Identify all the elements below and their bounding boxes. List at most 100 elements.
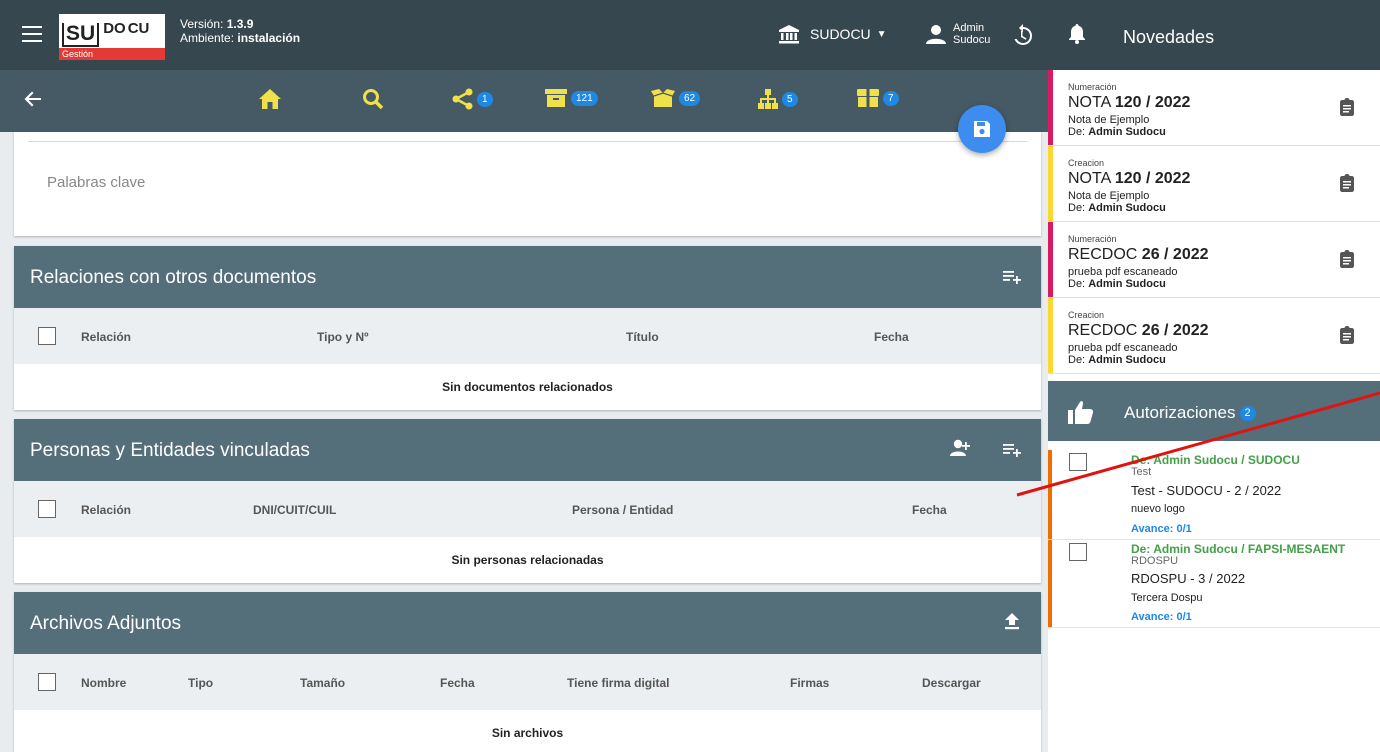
save-button[interactable] xyxy=(958,105,1006,153)
column-header[interactable]: Nombre xyxy=(81,676,126,690)
relations-header: Relaciones con otros documentos xyxy=(14,246,1041,308)
people-card: Personas y Entidades vinculadas Relación… xyxy=(14,419,1041,583)
clipboard-icon[interactable] xyxy=(1340,98,1354,121)
hierarchy-button[interactable]: 5 xyxy=(757,88,798,110)
people-header: Personas y Entidades vinculadas xyxy=(14,419,1041,481)
news-type: Numeración xyxy=(1068,234,1117,244)
news-item[interactable]: Creacion NOTA 120 / 2022 Nota de Ejemplo… xyxy=(1048,146,1380,222)
clipboard-icon[interactable] xyxy=(1340,174,1354,197)
thumbs-up-icon xyxy=(1068,401,1094,424)
authorization-color-bar xyxy=(1048,450,1052,539)
select-all-checkbox[interactable] xyxy=(38,327,56,345)
org-selector[interactable]: SUDOCU ▼ xyxy=(778,24,887,44)
package-button[interactable]: 7 xyxy=(856,88,899,108)
news-color-bar xyxy=(1048,146,1053,221)
authorization-type: RDOSPU xyxy=(1131,555,1179,567)
user-first-name: Admin xyxy=(953,22,985,34)
add-person-icon[interactable] xyxy=(949,439,971,462)
keywords-card: Palabras clave xyxy=(14,132,1041,236)
select-all-checkbox[interactable] xyxy=(38,500,56,518)
authorization-item[interactable]: De: Admin Sudocu / SUDOCU Test Test - SU… xyxy=(1048,450,1380,540)
news-header: Novedades xyxy=(1048,0,1380,70)
user-menu[interactable]: Admin Sudocu xyxy=(925,22,990,46)
news-desc: Nota de Ejemplo xyxy=(1068,114,1150,126)
news-color-bar xyxy=(1048,70,1053,145)
institution-icon xyxy=(779,25,799,44)
clipboard-icon[interactable] xyxy=(1340,326,1354,349)
authorization-from: De: Admin Sudocu / SUDOCU xyxy=(1131,453,1300,467)
right-panel: Novedades Numeración NOTA 120 / 2022 Not… xyxy=(1048,0,1380,752)
playlist-add-icon[interactable] xyxy=(1003,268,1021,289)
version-value: 1.3.9 xyxy=(226,17,254,31)
column-header[interactable]: Persona / Entidad xyxy=(572,503,673,517)
logo-su: SU xyxy=(62,23,100,47)
box-button[interactable]: 62 xyxy=(650,88,701,108)
news-from: De: Admin Sudocu xyxy=(1068,126,1166,138)
attachments-title: Archivos Adjuntos xyxy=(30,613,182,634)
clipboard-icon[interactable] xyxy=(1340,250,1354,273)
user-last-name: Sudocu xyxy=(953,34,991,46)
news-desc: prueba pdf escaneado xyxy=(1068,266,1178,278)
news-item[interactable]: Numeración NOTA 120 / 2022 Nota de Ejemp… xyxy=(1048,70,1380,146)
authorization-checkbox[interactable] xyxy=(1069,543,1087,561)
back-arrow-icon[interactable] xyxy=(24,90,42,113)
home-icon[interactable] xyxy=(258,88,282,110)
upload-icon[interactable] xyxy=(1005,613,1019,635)
news-title: Novedades xyxy=(1123,27,1215,47)
open-box-icon xyxy=(651,89,675,107)
news-item[interactable]: Creacion RECDOC 26 / 2022 prueba pdf esc… xyxy=(1048,298,1380,374)
select-all-checkbox[interactable] xyxy=(38,673,56,691)
column-header[interactable]: Fecha xyxy=(440,676,475,690)
authorization-checkbox[interactable] xyxy=(1069,453,1087,471)
news-from: De: Admin Sudocu xyxy=(1068,354,1166,366)
save-floppy-icon xyxy=(974,121,990,137)
relations-columns: Relación Tipo y Nº Título Fecha xyxy=(14,308,1041,364)
people-empty-message: Sin personas relacionadas xyxy=(451,553,604,567)
column-header[interactable]: Fecha xyxy=(912,503,947,517)
sudocu-logo[interactable]: SU DO CU Gestión xyxy=(59,14,165,60)
news-item[interactable]: Numeración RECDOC 26 / 2022 prueba pdf e… xyxy=(1048,222,1380,298)
authorization-doc: RDOSPU - 3 / 2022 xyxy=(1131,571,1246,586)
column-header[interactable]: Tiene firma digital xyxy=(567,676,669,690)
column-header[interactable]: Descargar xyxy=(922,676,981,690)
authorization-desc: Tercera Dospu xyxy=(1131,592,1203,604)
authorization-color-bar xyxy=(1048,540,1052,627)
playlist-add-icon[interactable] xyxy=(1003,441,1021,462)
box-count-badge: 62 xyxy=(679,90,701,106)
hierarchy-count-badge: 5 xyxy=(782,91,798,107)
column-header[interactable]: Tipo xyxy=(188,676,213,690)
logo-do: DO xyxy=(103,19,126,37)
hamburger-menu-icon[interactable] xyxy=(22,26,42,42)
news-from: De: Admin Sudocu xyxy=(1068,202,1166,214)
archive-button[interactable]: 121 xyxy=(544,88,598,108)
column-header[interactable]: Firmas xyxy=(790,676,829,690)
authorization-item[interactable]: De: Admin Sudocu / FAPSI-MESAENT RDOSPU … xyxy=(1048,540,1380,628)
attachments-empty-message: Sin archivos xyxy=(491,726,564,740)
column-header[interactable]: DNI/CUIT/CUIL xyxy=(253,503,336,517)
authorizations-header: Autorizaciones 2 xyxy=(1048,381,1380,441)
column-header[interactable]: Tamaño xyxy=(300,676,345,690)
authorizations-title: Autorizaciones 2 xyxy=(1124,403,1256,423)
column-header[interactable]: Tipo y Nº xyxy=(317,330,369,344)
news-type: Numeración xyxy=(1068,82,1117,92)
history-icon[interactable] xyxy=(1010,23,1034,52)
column-header[interactable]: Relación xyxy=(81,503,131,517)
news-desc: prueba pdf escaneado xyxy=(1068,342,1178,354)
package-icon xyxy=(857,89,879,107)
keywords-field[interactable]: Palabras clave xyxy=(47,174,145,191)
news-doc: NOTA 120 / 2022 xyxy=(1068,170,1191,187)
caret-down-icon: ▼ xyxy=(876,28,887,40)
share-button[interactable]: 1 xyxy=(452,88,493,110)
news-from: De: Admin Sudocu xyxy=(1068,278,1166,290)
column-header[interactable]: Fecha xyxy=(874,330,909,344)
search-icon[interactable] xyxy=(362,88,384,110)
attachments-header: Archivos Adjuntos xyxy=(14,592,1041,654)
attachments-card: Archivos Adjuntos Nombre Tipo Tamaño Fec… xyxy=(14,592,1041,752)
column-header[interactable]: Relación xyxy=(81,330,131,344)
news-color-bar xyxy=(1048,298,1053,373)
news-doc: RECDOC 26 / 2022 xyxy=(1068,322,1209,339)
column-header[interactable]: Título xyxy=(626,330,659,344)
people-columns: Relación DNI/CUIT/CUIL Persona / Entidad… xyxy=(14,481,1041,537)
version-info: Versión: 1.3.9 Ambiente: instalación xyxy=(180,17,300,45)
authorization-doc: Test - SUDOCU - 2 / 2022 xyxy=(1131,483,1282,498)
